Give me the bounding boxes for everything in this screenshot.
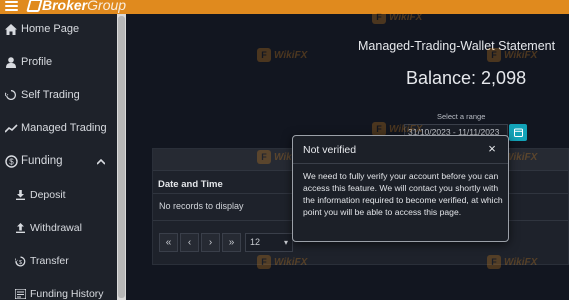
chevron-down-icon: ▾ — [283, 238, 288, 247]
upload-icon — [13, 221, 27, 235]
empty-state: No records to display — [159, 201, 244, 211]
sidebar-item-label: Funding — [21, 155, 63, 167]
watermark: FWikiFX — [257, 255, 307, 269]
watermark-logo-icon: F — [372, 10, 386, 24]
brand-name-light: Group — [87, 0, 127, 13]
refresh-icon — [4, 88, 18, 102]
modal-message: We need to fully verify your account bef… — [303, 171, 503, 217]
sidebar-item-label: Transfer — [30, 255, 69, 267]
transfer-icon: $ — [13, 254, 27, 268]
chevron-up-icon[interactable] — [96, 156, 106, 168]
sidebar-scrollbar[interactable] — [117, 14, 126, 300]
top-bar: BrokerGroup — [0, 0, 569, 14]
prev-page-button[interactable]: ‹ — [180, 233, 199, 252]
watermark: FWikiFX — [372, 122, 422, 136]
calendar-icon — [513, 124, 523, 142]
svg-text:$: $ — [18, 260, 21, 266]
sidebar-item-funding-history[interactable]: Funding History — [0, 279, 117, 300]
sidebar-item-label: Self Trading — [21, 89, 80, 101]
sidebar-item-label: Deposit — [30, 189, 66, 201]
sidebar-item-withdrawal[interactable]: Withdrawal — [0, 213, 117, 243]
watermark-logo-icon: F — [257, 48, 271, 62]
sidebar-item-label: Managed Trading — [21, 122, 107, 134]
watermark: FWikiFX — [487, 48, 537, 62]
chart-line-icon — [4, 121, 18, 135]
watermark: FWikiFX — [372, 10, 422, 24]
svg-text:$: $ — [9, 157, 14, 166]
last-page-button[interactable]: » — [222, 233, 241, 252]
watermark-text: WikiFX — [504, 49, 538, 61]
brand-logo-icon — [26, 0, 43, 12]
watermark-logo-icon: F — [372, 122, 386, 136]
watermark: FWikiFX — [257, 48, 307, 62]
watermark-logo-icon: F — [487, 48, 501, 62]
sidebar-item-managed-trading[interactable]: Managed Trading — [0, 113, 117, 143]
first-page-button[interactable]: « — [159, 233, 178, 252]
sidebar-item-funding[interactable]: $ Funding — [0, 146, 117, 176]
column-header-date[interactable]: Date and Time — [158, 179, 223, 190]
watermark-text: WikiFX — [274, 49, 308, 61]
scrollbar-thumb[interactable] — [118, 16, 125, 298]
sidebar-item-label: Funding History — [30, 288, 104, 300]
download-icon — [13, 188, 27, 202]
balance-text: Balance: 2,098 — [406, 68, 527, 88]
pagination: « ‹ › » — [159, 233, 243, 252]
history-icon — [13, 287, 27, 300]
modal-title: Not verified — [303, 144, 357, 156]
brand-logo[interactable]: BrokerGroup — [42, 0, 126, 13]
calendar-button[interactable] — [509, 124, 527, 141]
watermark-text: WikiFX — [389, 123, 423, 135]
next-page-button[interactable]: › — [201, 233, 220, 252]
sidebar-item-label: Withdrawal — [30, 222, 82, 234]
modal-header: Not verified × — [293, 136, 508, 164]
sidebar: Home Page Profile Self Trading Managed T… — [0, 14, 117, 300]
user-icon — [4, 55, 18, 69]
watermark-text: WikiFX — [504, 256, 538, 268]
coins-icon: $ — [4, 154, 18, 168]
sidebar-item-home[interactable]: Home Page — [0, 14, 117, 44]
sidebar-item-label: Home Page — [21, 23, 80, 35]
brand-name-bold: Broker — [42, 0, 88, 13]
sidebar-item-self-trading[interactable]: Self Trading — [0, 80, 117, 110]
sidebar-item-transfer[interactable]: $ Transfer — [0, 246, 117, 276]
close-icon[interactable]: × — [486, 142, 498, 155]
watermark: FWikiFX — [487, 255, 537, 269]
watermark-logo-icon: F — [257, 255, 271, 269]
watermark-text: WikiFX — [274, 256, 308, 268]
watermark-text: WikiFX — [389, 11, 423, 23]
range-label: Select a range — [437, 112, 486, 121]
hamburger-menu-icon[interactable] — [5, 1, 18, 12]
sidebar-item-deposit[interactable]: Deposit — [0, 180, 117, 210]
page-size-select[interactable]: 12 ▾ — [245, 233, 293, 252]
sidebar-item-label: Profile — [21, 56, 53, 68]
page-size-value: 12 — [250, 237, 261, 247]
sidebar-item-profile[interactable]: Profile — [0, 47, 117, 77]
home-icon — [4, 22, 18, 36]
not-verified-modal: Not verified × We need to fully verify y… — [292, 135, 509, 242]
watermark-logo-icon: F — [487, 255, 501, 269]
watermark-logo-icon: F — [257, 150, 271, 164]
